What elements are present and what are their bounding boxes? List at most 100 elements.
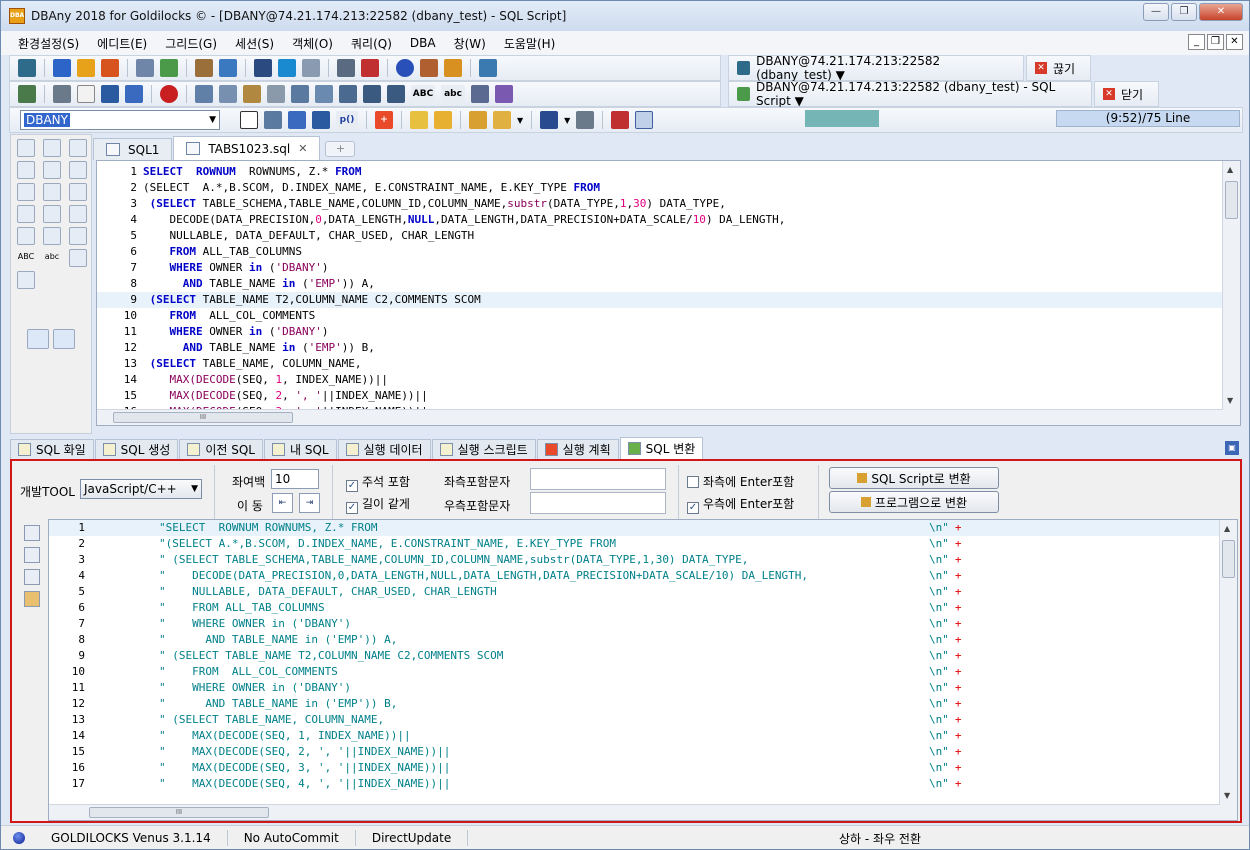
scroll-down-icon[interactable]: ▼ [1227, 396, 1233, 405]
hscroll-thumb[interactable]: III [113, 412, 293, 423]
converted-code[interactable]: 1 "SELECT ROWNUM ROWNUMS, Z.* FROM \n" +2 "(… [49, 520, 1221, 792]
open-folder-icon[interactable] [493, 111, 511, 129]
menu-query[interactable]: 쿼리(Q) [342, 35, 401, 52]
restore-button[interactable]: ❐ [1171, 3, 1197, 21]
editor-vertical-scrollbar[interactable]: ▲ ▼ [1222, 161, 1240, 425]
kill-icon[interactable] [361, 59, 379, 77]
code-line[interactable]: 1 SELECT ROWNUM ROWNUMS, Z.* FROM [97, 164, 1222, 180]
code-line[interactable]: 3 (SELECT TABLE_SCHEMA,TABLE_NAME,COLUMN… [97, 196, 1222, 212]
font-icon[interactable] [125, 85, 143, 103]
scroll-thumb[interactable] [1225, 181, 1238, 219]
same-length-checkbox[interactable]: ✓ 길이 같게 [346, 495, 410, 514]
save-result-icon[interactable] [288, 111, 306, 129]
edit-icon[interactable] [69, 205, 87, 223]
output-line[interactable]: 5 " NULLABLE, DATA_DEFAULT, CHAR_USED, CH… [49, 584, 1221, 600]
output-line[interactable]: 10 " FROM ALL_COL_COMMENTS \n" + [49, 664, 1221, 680]
print-icon[interactable] [53, 85, 71, 103]
update-mode[interactable]: DirectUpdate [356, 829, 469, 846]
export-result-icon[interactable] [24, 569, 40, 585]
devtool-select[interactable]: JavaScript/C++ ▼ [80, 479, 202, 499]
color-icon[interactable] [160, 85, 178, 103]
output-horizontal-scrollbar[interactable]: III [49, 804, 1220, 820]
output-line[interactable]: 2 "(SELECT A.*,B.SCOM, D.INDEX_NAME, E.CO… [49, 536, 1221, 552]
export-icon[interactable] [611, 111, 630, 129]
exit-icon[interactable] [479, 59, 497, 77]
output-vertical-scrollbar[interactable]: ▲ ▼ [1219, 520, 1237, 820]
mdi-restore-button[interactable]: ❐ [1207, 34, 1224, 50]
apply-icon[interactable] [24, 525, 40, 541]
code-line[interactable]: 14 MAX(DECODE(SEQ, 1, INDEX_NAME))|| [97, 372, 1222, 388]
code-line[interactable]: 4 DECODE(DATA_PRECISION,0,DATA_LENGTH,NU… [97, 212, 1222, 228]
code-line[interactable]: 10 FROM ALL_COL_COMMENTS [97, 308, 1222, 324]
output-line[interactable]: 3 " (SELECT TABLE_SCHEMA,TABLE_NAME,COLUM… [49, 552, 1221, 568]
uppercase-icon[interactable]: ABC [411, 85, 435, 103]
arrow-right-icon[interactable] [53, 59, 71, 77]
redo-icon[interactable] [53, 329, 75, 349]
outdent-icon[interactable] [387, 85, 405, 103]
right-enter-checkbox[interactable]: ✓ 우측에 Enter포함 [687, 495, 794, 514]
run-icon[interactable] [17, 139, 35, 157]
scroll-thumb[interactable] [1222, 540, 1235, 578]
print-preview-icon[interactable] [576, 111, 595, 129]
sql-code[interactable]: 1 SELECT ROWNUM ROWNUMS, Z.* FROM 2 (SELECT… [97, 164, 1222, 420]
output-line[interactable]: 7 " WHERE OWNER in ('DBANY') \n" + [49, 616, 1221, 632]
new-document-icon[interactable] [77, 85, 95, 103]
connect-icon[interactable] [18, 59, 36, 77]
lowercase-icon[interactable]: abc [441, 85, 465, 103]
select-all-icon[interactable] [267, 85, 285, 103]
output-line[interactable]: 13 " (SELECT TABLE_NAME, COLUMN_NAME, \n" + [49, 712, 1221, 728]
copy-side-icon[interactable] [43, 205, 61, 223]
left-enter-checkbox[interactable]: 좌측에 Enter포함 [687, 473, 794, 490]
layout-toggle[interactable]: 상하 - 좌우 전환 [839, 830, 921, 847]
output-line[interactable]: 17 " MAX(DECODE(SEQ, 4, ', '||INDEX_NAME)… [49, 776, 1221, 792]
add-icon[interactable]: + [375, 111, 393, 129]
tab-sql-convert[interactable]: SQL 변환 [619, 437, 704, 459]
code-line[interactable]: 2 (SELECT A.*,B.SCOM, D.INDEX_NAME, E.CON… [97, 180, 1222, 196]
convert-to-program-button[interactable]: 프로그램으로 변환 [829, 491, 999, 513]
lowercase-side-icon[interactable]: abc [43, 249, 61, 267]
list-icon[interactable] [136, 59, 154, 77]
tab-sql-generate[interactable]: SQL 생성 [94, 439, 179, 459]
download-icon[interactable] [101, 59, 119, 77]
help-icon[interactable] [396, 59, 414, 77]
wrap-icon[interactable] [69, 227, 87, 245]
code-line[interactable]: 12 AND TABLE_NAME in ('EMP')) B, [97, 340, 1222, 356]
menu-help[interactable]: 도움말(H) [495, 35, 565, 52]
code-line[interactable]: 8 AND TABLE_NAME in ('EMP')) A, [97, 276, 1222, 292]
chart-icon[interactable] [254, 59, 272, 77]
tab-sql-file[interactable]: SQL 화일 [10, 439, 94, 459]
box-icon[interactable] [17, 227, 35, 245]
tool-icon[interactable] [18, 85, 36, 103]
editor-horizontal-scrollbar[interactable]: III [97, 409, 1223, 425]
session-icon[interactable] [337, 59, 355, 77]
search-next-icon[interactable] [43, 161, 61, 179]
dba-icon[interactable] [444, 59, 462, 77]
code-line[interactable]: 13 (SELECT TABLE_NAME, COLUMN_NAME, [97, 356, 1222, 372]
code-line[interactable]: 9 (SELECT TABLE_NAME T2,COLUMN_NAME C2,C… [97, 292, 1222, 308]
explain-icon[interactable] [69, 139, 87, 157]
menu-settings[interactable]: 환경설정(S) [9, 35, 88, 52]
new-tab-button[interactable]: + [325, 141, 356, 157]
convert-to-sql-button[interactable]: SQL Script로 변환 [829, 467, 999, 489]
menu-object[interactable]: 객체(O) [283, 35, 342, 52]
output-line[interactable]: 9 " (SELECT TABLE_NAME T2,COLUMN_NAME C2,… [49, 648, 1221, 664]
monitor-icon[interactable] [278, 59, 296, 77]
disconnect-button[interactable]: ✕ 끊기 [1026, 55, 1091, 81]
code-line[interactable]: 11 WHERE OWNER in ('DBANY') [97, 324, 1222, 340]
minimize-button[interactable]: — [1143, 3, 1169, 21]
title-bar[interactable]: DBA DBAny 2018 for Goldilocks © - [DBANY… [1, 1, 1249, 31]
scroll-up-icon[interactable]: ▲ [1227, 165, 1233, 174]
uppercase-side-icon[interactable]: ABC [17, 249, 35, 267]
object-icon[interactable] [195, 59, 213, 77]
table-icon[interactable] [312, 111, 330, 129]
execute-icon[interactable] [264, 111, 282, 129]
indent-right-button[interactable]: ⇥ [299, 493, 320, 513]
output-line[interactable]: 15 " MAX(DECODE(SEQ, 2, ', '||INDEX_NAME)… [49, 744, 1221, 760]
tab-my-sql[interactable]: 내 SQL [263, 439, 337, 459]
left-wrap-input[interactable] [530, 468, 666, 490]
output-line[interactable]: 1 "SELECT ROWNUM ROWNUMS, Z.* FROM \n" + [49, 520, 1221, 536]
search-prev-icon[interactable] [69, 161, 87, 179]
tab-exec-data[interactable]: 실행 데이터 [337, 439, 431, 459]
output-line[interactable]: 16 " MAX(DECODE(SEQ, 3, ', '||INDEX_NAME)… [49, 760, 1221, 776]
scroll-down-icon[interactable]: ▼ [1224, 791, 1230, 800]
